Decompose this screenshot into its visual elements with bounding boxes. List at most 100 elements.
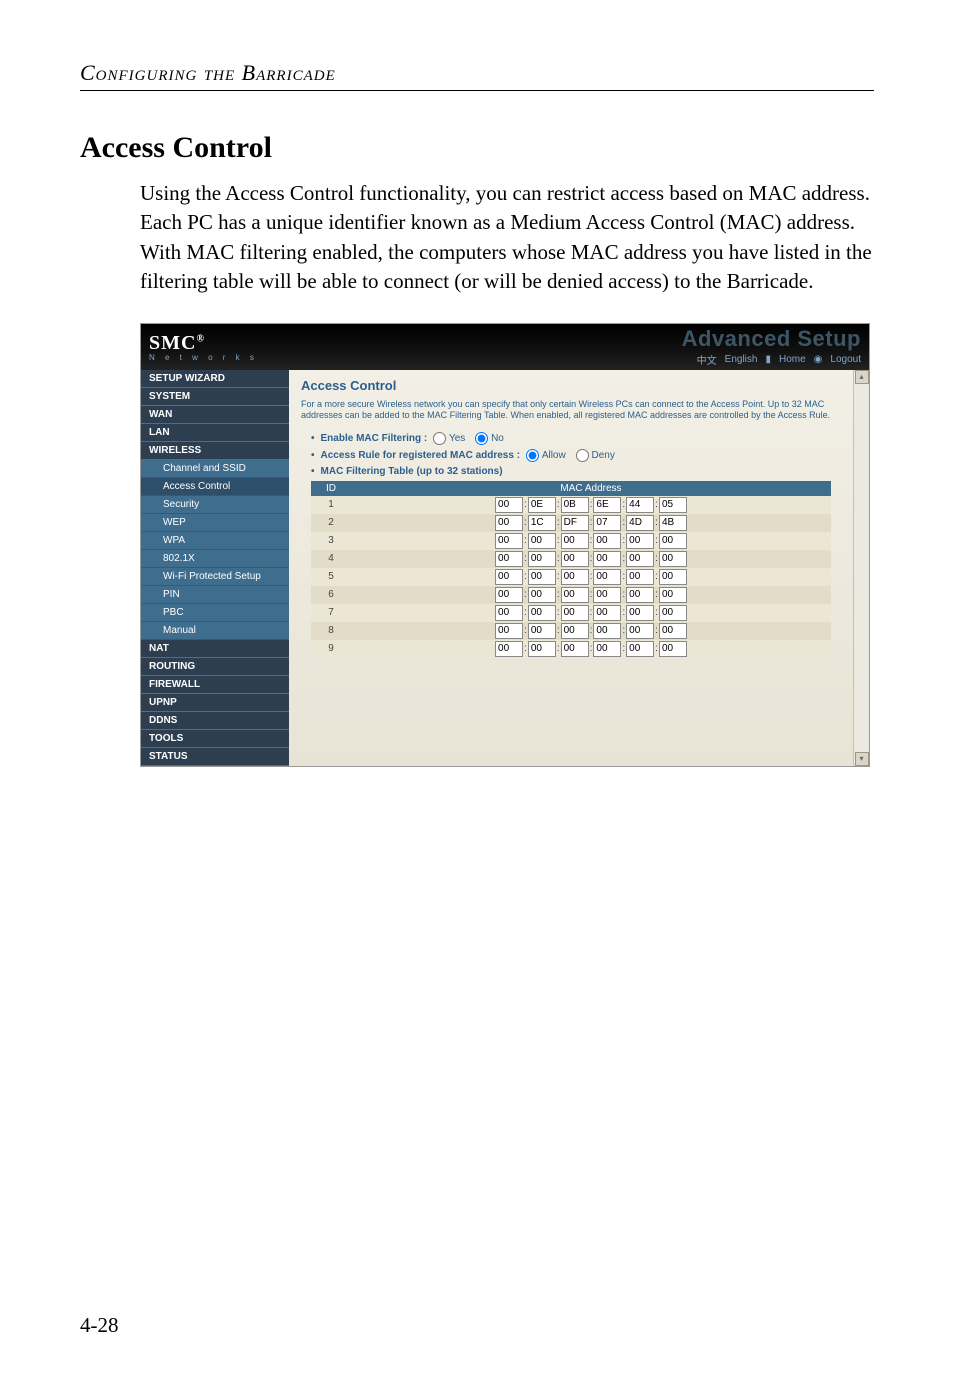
logout-link[interactable]: Logout: [830, 354, 861, 365]
sidebar-item-access-control[interactable]: Access Control: [141, 478, 289, 496]
scroll-down-icon[interactable]: ▾: [855, 752, 869, 766]
sidebar-item-wireless[interactable]: WIRELESS: [141, 442, 289, 460]
mac-octet-input[interactable]: [528, 569, 556, 585]
mac-octet-input[interactable]: [528, 587, 556, 603]
table-row: 9:::::: [311, 640, 831, 658]
mac-octet-input[interactable]: [626, 587, 654, 603]
page-header-text: Configuring the Barricade: [80, 60, 336, 85]
mac-octet-input[interactable]: [561, 569, 589, 585]
mac-octet-input[interactable]: [593, 497, 621, 513]
mac-octet-input[interactable]: [626, 641, 654, 657]
mac-octet-input[interactable]: [495, 533, 523, 549]
mac-octet-input[interactable]: [626, 533, 654, 549]
sidebar-item-security[interactable]: Security: [141, 496, 289, 514]
mac-octet-input[interactable]: [561, 587, 589, 603]
mac-octet-input[interactable]: [659, 605, 687, 621]
mac-octet-input[interactable]: [593, 569, 621, 585]
section-title: Access Control: [80, 131, 874, 165]
table-row: 4:::::: [311, 550, 831, 568]
mac-octet-input[interactable]: [593, 641, 621, 657]
mac-octet-input[interactable]: [528, 551, 556, 567]
table-row: 3:::::: [311, 532, 831, 550]
sidebar-item-upnp[interactable]: UPnP: [141, 694, 289, 712]
mac-octet-input[interactable]: [659, 533, 687, 549]
sidebar-item-wpa[interactable]: WPA: [141, 532, 289, 550]
mac-octet-input[interactable]: [528, 605, 556, 621]
mac-octet-input[interactable]: [561, 515, 589, 531]
mac-octet-input[interactable]: [626, 605, 654, 621]
sidebar-item-manual[interactable]: Manual: [141, 622, 289, 640]
sidebar-item-wi-fi-protected-setup[interactable]: Wi-Fi Protected Setup: [141, 568, 289, 586]
sidebar-item-wep[interactable]: WEP: [141, 514, 289, 532]
mac-octet-input[interactable]: [561, 551, 589, 567]
mac-octet-input[interactable]: [495, 497, 523, 513]
sidebar-item-setup-wizard[interactable]: SETUP WIZARD: [141, 370, 289, 388]
mac-octet-input[interactable]: [528, 533, 556, 549]
mac-octet-input[interactable]: [626, 569, 654, 585]
enable-no-option[interactable]: No: [475, 432, 508, 445]
mac-octet-input[interactable]: [593, 533, 621, 549]
sidebar-item-pbc[interactable]: PBC: [141, 604, 289, 622]
rule-allow-radio[interactable]: [526, 449, 539, 462]
mac-octet-input[interactable]: [659, 551, 687, 567]
mac-octet-input[interactable]: [626, 623, 654, 639]
mac-octet-input[interactable]: [495, 569, 523, 585]
sidebar-item-routing[interactable]: ROUTING: [141, 658, 289, 676]
mac-octet-input[interactable]: [495, 587, 523, 603]
mac-octet-input[interactable]: [593, 605, 621, 621]
mac-octet-input[interactable]: [659, 569, 687, 585]
table-row: 8:::::: [311, 622, 831, 640]
mac-octet-input[interactable]: [495, 623, 523, 639]
rule-allow-option[interactable]: Allow: [526, 449, 570, 462]
sidebar-item-system[interactable]: SYSTEM: [141, 388, 289, 406]
sidebar-item-lan[interactable]: LAN: [141, 424, 289, 442]
mac-octet-input[interactable]: [561, 623, 589, 639]
scrollbar[interactable]: ▴ ▾: [853, 370, 869, 766]
lang-en-link[interactable]: English: [725, 354, 758, 365]
lang-zh-link[interactable]: 中文: [697, 352, 717, 367]
mac-octet-input[interactable]: [659, 641, 687, 657]
mac-octet-input[interactable]: [528, 623, 556, 639]
sidebar-item-pin[interactable]: PIN: [141, 586, 289, 604]
mac-octet-input[interactable]: [561, 533, 589, 549]
sidebar-item-tools[interactable]: TOOLS: [141, 730, 289, 748]
enable-yes-radio[interactable]: [433, 432, 446, 445]
mac-octet-input[interactable]: [659, 587, 687, 603]
rule-deny-option[interactable]: Deny: [576, 449, 619, 462]
mac-octet-input[interactable]: [495, 641, 523, 657]
mac-octet-input[interactable]: [626, 497, 654, 513]
mac-octet-input[interactable]: [626, 515, 654, 531]
mac-octet-input[interactable]: [561, 605, 589, 621]
enable-yes-option[interactable]: Yes: [433, 432, 469, 445]
mac-octet-input[interactable]: [528, 515, 556, 531]
mac-octet-input[interactable]: [495, 515, 523, 531]
scroll-up-icon[interactable]: ▴: [855, 370, 869, 384]
sidebar-item-channel-and-ssid[interactable]: Channel and SSID: [141, 460, 289, 478]
rule-deny-radio[interactable]: [576, 449, 589, 462]
mac-octet-input[interactable]: [561, 497, 589, 513]
mac-octet-input[interactable]: [528, 497, 556, 513]
mac-octet-input[interactable]: [593, 515, 621, 531]
mac-octet-input[interactable]: [593, 551, 621, 567]
mac-octet-input[interactable]: [495, 605, 523, 621]
mac-octet-input[interactable]: [593, 587, 621, 603]
top-right: Advanced Setup 中文 English ▮ Home ◉ Logou…: [682, 326, 861, 367]
mac-octet-input[interactable]: [528, 641, 556, 657]
mac-octet-input[interactable]: [659, 515, 687, 531]
sidebar-item-802-1x[interactable]: 802.1X: [141, 550, 289, 568]
sidebar-item-ddns[interactable]: DDNS: [141, 712, 289, 730]
mac-octet-input[interactable]: [626, 551, 654, 567]
mac-octet-input[interactable]: [593, 623, 621, 639]
sidebar-item-wan[interactable]: WAN: [141, 406, 289, 424]
mac-octet-input[interactable]: [561, 641, 589, 657]
row-mac: :::::: [351, 550, 831, 568]
enable-no-radio[interactable]: [475, 432, 488, 445]
mac-octet-input[interactable]: [495, 551, 523, 567]
mac-octet-input[interactable]: [659, 623, 687, 639]
sidebar-item-firewall[interactable]: FIREWALL: [141, 676, 289, 694]
content-title: Access Control: [301, 378, 841, 393]
sidebar-item-nat[interactable]: NAT: [141, 640, 289, 658]
home-link[interactable]: Home: [779, 354, 806, 365]
mac-octet-input[interactable]: [659, 497, 687, 513]
sidebar-item-status[interactable]: STATUS: [141, 748, 289, 766]
